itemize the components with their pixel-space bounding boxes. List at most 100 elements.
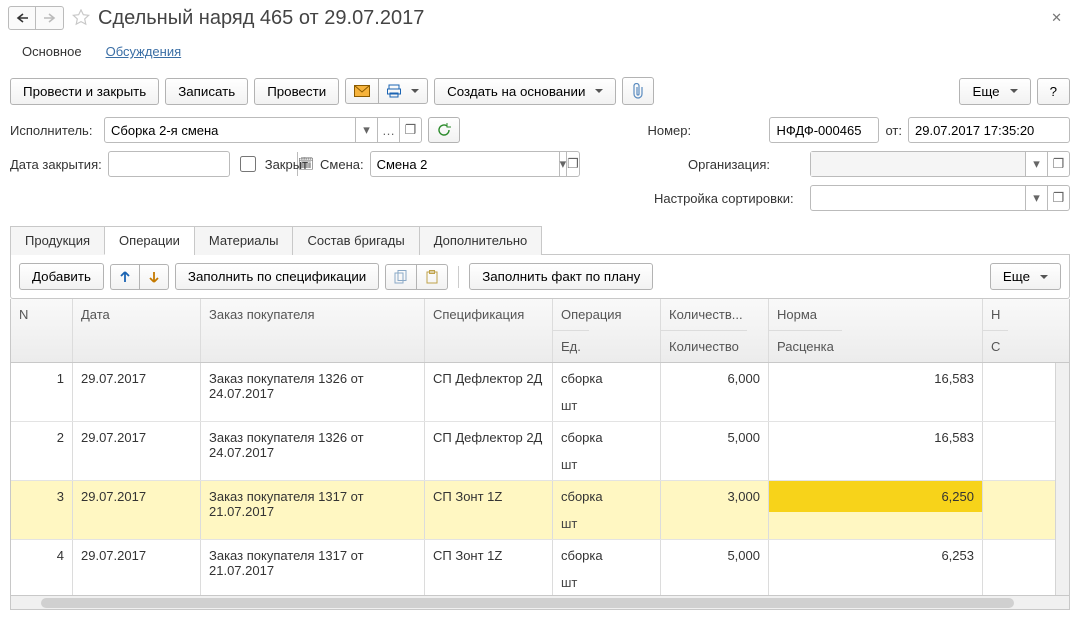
table-row[interactable]: 329.07.2017Заказ покупателя 1317 от 21.0… xyxy=(11,481,1055,540)
tab-products[interactable]: Продукция xyxy=(10,226,105,255)
close-date-field[interactable]: 🗓 xyxy=(108,151,230,177)
table-row[interactable]: 129.07.2017Заказ покупателя 1326 от 24.0… xyxy=(11,363,1055,422)
number-label: Номер: xyxy=(647,123,763,138)
close-button[interactable]: ✕ xyxy=(1043,6,1070,30)
fill-fact-by-plan-button[interactable]: Заполнить факт по плану xyxy=(469,263,653,290)
performer-field[interactable]: ▾ … ❐ xyxy=(104,117,422,143)
nav-forward-button[interactable] xyxy=(36,6,64,30)
cell-spec: СП Зонт 1Z xyxy=(425,481,552,512)
vertical-scrollbar[interactable] xyxy=(1055,363,1069,595)
col-n[interactable]: N xyxy=(11,299,72,330)
org-field[interactable]: ▾ ❐ xyxy=(810,151,1070,177)
cell-norm: 16,583 xyxy=(769,363,982,394)
col-qty[interactable]: Количеств... xyxy=(661,299,768,330)
add-button[interactable]: Добавить xyxy=(19,263,104,290)
create-based-on-button[interactable]: Создать на основании xyxy=(434,78,616,105)
page-title: Сдельный наряд 465 от 29.07.2017 xyxy=(98,7,424,30)
col-qty-sub[interactable]: Количество xyxy=(661,330,747,362)
post-button[interactable]: Провести xyxy=(254,78,339,105)
chevron-down-icon[interactable]: ▾ xyxy=(355,118,377,142)
small-icon-group xyxy=(345,78,428,104)
sort-input[interactable] xyxy=(811,186,1025,210)
nav-back-button[interactable] xyxy=(8,6,36,30)
ops-toolbar: Добавить Заполнить по спецификации Запол… xyxy=(10,255,1070,299)
email-button[interactable] xyxy=(345,78,378,104)
date-input[interactable] xyxy=(909,118,1080,142)
post-and-close-button[interactable]: Провести и закрыть xyxy=(10,78,159,105)
help-button[interactable]: ? xyxy=(1037,78,1070,105)
col-last[interactable]: Н xyxy=(983,299,1069,330)
closed-checkbox[interactable] xyxy=(240,156,256,172)
tab-crew[interactable]: Состав бригады xyxy=(292,226,419,255)
table-row[interactable]: 229.07.2017Заказ покупателя 1326 от 24.0… xyxy=(11,422,1055,481)
fill-by-spec-button[interactable]: Заполнить по спецификации xyxy=(175,263,379,290)
cell-qty: 5,000 xyxy=(661,422,768,453)
table-row[interactable]: 429.07.2017Заказ покупателя 1317 от 21.0… xyxy=(11,540,1055,595)
cell-date: 29.07.2017 xyxy=(73,422,200,453)
copy-button[interactable] xyxy=(385,264,416,290)
ellipsis-icon[interactable]: … xyxy=(377,118,399,142)
cell-unit: шт xyxy=(553,571,660,595)
open-icon[interactable]: ❐ xyxy=(399,118,421,142)
ops-more-button[interactable]: Еще xyxy=(990,263,1061,290)
org-input[interactable] xyxy=(811,152,1025,176)
date-field[interactable]: 🗓 xyxy=(908,117,1070,143)
cell-n: 3 xyxy=(11,481,72,512)
move-up-button[interactable] xyxy=(110,264,139,290)
open-icon[interactable]: ❐ xyxy=(1047,152,1069,176)
shift-label: Смена: xyxy=(320,157,364,172)
refresh-button[interactable] xyxy=(428,117,460,143)
col-last-sub[interactable]: С xyxy=(983,330,1008,362)
cell-order: Заказ покупателя 1326 от 24.07.2017 xyxy=(201,422,424,468)
open-icon[interactable]: ❐ xyxy=(1047,186,1069,210)
chevron-down-icon[interactable]: ▾ xyxy=(559,152,567,176)
tab-operations[interactable]: Операции xyxy=(104,226,195,255)
col-operation[interactable]: Операция xyxy=(553,299,660,330)
cell-n: 1 xyxy=(11,363,72,394)
shift-input[interactable] xyxy=(371,152,559,176)
cell-op: сборка xyxy=(553,540,660,571)
sort-field[interactable]: ▾ ❐ xyxy=(810,185,1070,211)
cell-date: 29.07.2017 xyxy=(73,363,200,394)
chevron-down-icon[interactable]: ▾ xyxy=(1025,186,1047,210)
col-rate[interactable]: Расценка xyxy=(769,330,842,362)
attach-button[interactable] xyxy=(622,77,654,105)
cell-qty: 5,000 xyxy=(661,540,768,571)
view-tab-main[interactable]: Основное xyxy=(10,38,94,67)
col-norm[interactable]: Норма xyxy=(769,299,982,330)
titlebar: Сдельный наряд 465 от 29.07.2017 ✕ xyxy=(0,0,1080,36)
chevron-down-icon[interactable]: ▾ xyxy=(1025,152,1047,176)
view-tab-discussions[interactable]: Обсуждения xyxy=(94,38,194,67)
cell-norm: 6,250 xyxy=(769,481,982,512)
cell-op: сборка xyxy=(553,481,660,512)
shift-field[interactable]: ▾ ❐ xyxy=(370,151,580,177)
paste-button[interactable] xyxy=(416,264,448,290)
cell-op: сборка xyxy=(553,422,660,453)
cell-qty: 3,000 xyxy=(661,481,768,512)
org-label: Организация: xyxy=(688,157,804,172)
operations-grid: N Дата Заказ покупателя Спецификация Опе… xyxy=(10,299,1070,610)
cell-date: 29.07.2017 xyxy=(73,481,200,512)
number-field[interactable] xyxy=(769,117,879,143)
col-order[interactable]: Заказ покупателя xyxy=(201,299,424,330)
save-button[interactable]: Записать xyxy=(165,78,248,105)
cell-norm: 6,253 xyxy=(769,540,982,571)
cell-op: сборка xyxy=(553,363,660,394)
grid-header: N Дата Заказ покупателя Спецификация Опе… xyxy=(11,299,1069,363)
cell-unit: шт xyxy=(553,394,660,421)
horizontal-scrollbar[interactable] xyxy=(10,596,1070,610)
more-button[interactable]: Еще xyxy=(959,78,1030,105)
favorite-star-icon[interactable] xyxy=(72,9,90,27)
tab-extra[interactable]: Дополнительно xyxy=(419,226,543,255)
col-unit[interactable]: Ед. xyxy=(553,330,589,362)
col-date[interactable]: Дата xyxy=(73,299,200,330)
cell-order: Заказ покупателя 1317 от 21.07.2017 xyxy=(201,481,424,527)
cell-unit: шт xyxy=(553,453,660,480)
col-spec[interactable]: Спецификация xyxy=(425,299,552,330)
open-icon[interactable]: ❐ xyxy=(566,152,579,176)
move-down-button[interactable] xyxy=(139,264,169,290)
performer-input[interactable] xyxy=(105,118,355,142)
print-button[interactable] xyxy=(378,78,428,104)
separator xyxy=(458,266,459,288)
tab-materials[interactable]: Материалы xyxy=(194,226,294,255)
